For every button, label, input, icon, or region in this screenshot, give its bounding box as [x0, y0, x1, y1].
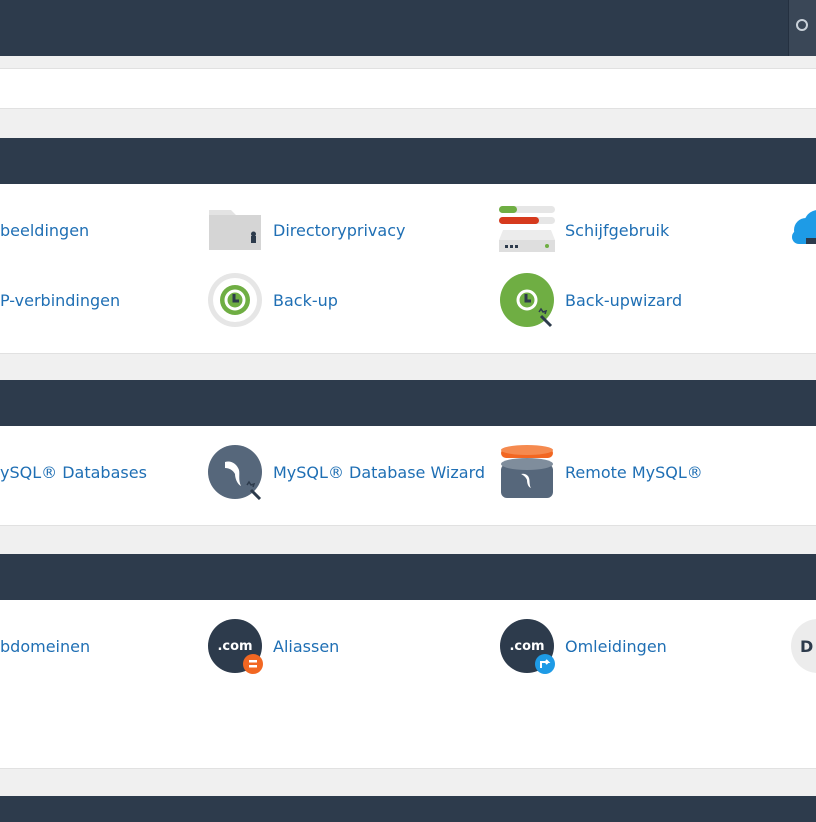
cloud-icon: [788, 202, 816, 258]
item-label: beeldingen: [0, 220, 90, 240]
item-mysql-databases[interactable]: ySQL® Databases: [0, 444, 147, 500]
item-afbeeldingen[interactable]: beeldingen: [0, 202, 89, 258]
search-strip[interactable]: [0, 68, 816, 109]
backup-wizard-icon: [499, 272, 555, 328]
item-label: bdomeinen: [0, 636, 91, 656]
user-icon: [796, 19, 808, 31]
item-label: Remote MySQL®: [565, 462, 703, 482]
section-files-header: [0, 138, 816, 184]
section-next: [0, 796, 816, 822]
dotcom-redirect-icon: .com: [499, 618, 555, 674]
item-label: Back-upwizard: [565, 290, 683, 310]
dns-icon: D: [790, 618, 816, 674]
item-dns[interactable]: D: [790, 618, 816, 674]
section-next-header: [0, 796, 816, 822]
section-domains-header: [0, 554, 816, 600]
section-domains-body: bdomeinen .com Aliassen .com Omleidingen…: [0, 600, 816, 769]
backup-icon: [207, 272, 263, 328]
section-files-body: beeldingen Directoryprivacy Schijfgebrui…: [0, 184, 816, 354]
item-directoryprivacy[interactable]: Directoryprivacy: [207, 202, 405, 258]
item-label: P-verbindingen: [0, 290, 121, 310]
item-schijfgebruik[interactable]: Schijfgebruik: [499, 202, 669, 258]
section-domains: bdomeinen .com Aliassen .com Omleidingen…: [0, 554, 816, 769]
top-navbar: [0, 0, 816, 56]
item-mysql-database-wizard[interactable]: MySQL® Database Wizard: [207, 444, 485, 500]
item-aliassen[interactable]: .com Aliassen: [207, 618, 339, 674]
section-databases: ySQL® Databases MySQL® Database Wizard R…: [0, 380, 816, 526]
item-label: Schijfgebruik: [565, 220, 670, 240]
item-back-upwizard[interactable]: Back-upwizard: [499, 272, 682, 328]
item-label: MySQL® Database Wizard: [273, 462, 486, 482]
svg-text:.com: .com: [509, 639, 544, 654]
item-label: ySQL® Databases: [0, 462, 147, 482]
item-ftp-verbindingen[interactable]: P-verbindingen: [0, 272, 120, 328]
folder-lock-icon: [207, 202, 263, 258]
mysql-wizard-icon: [207, 444, 263, 500]
remote-mysql-icon: [499, 444, 555, 500]
svg-text:.com: .com: [217, 639, 252, 654]
section-databases-header: [0, 380, 816, 426]
user-menu-button[interactable]: [788, 0, 816, 56]
item-cloud[interactable]: [788, 202, 816, 258]
item-omleidingen[interactable]: .com Omleidingen: [499, 618, 667, 674]
section-files: beeldingen Directoryprivacy Schijfgebrui…: [0, 138, 816, 354]
item-subdomeinen[interactable]: bdomeinen: [0, 618, 90, 674]
disk-usage-icon: [499, 202, 555, 258]
dotcom-alias-icon: .com: [207, 618, 263, 674]
item-label: Back-up: [273, 290, 338, 310]
svg-text:D: D: [800, 637, 813, 656]
item-back-up[interactable]: Back-up: [207, 272, 338, 328]
item-label: Directoryprivacy: [273, 220, 406, 240]
item-label: Omleidingen: [565, 636, 667, 656]
section-databases-body: ySQL® Databases MySQL® Database Wizard R…: [0, 426, 816, 526]
item-remote-mysql[interactable]: Remote MySQL®: [499, 444, 703, 500]
item-label: Aliassen: [273, 636, 340, 656]
